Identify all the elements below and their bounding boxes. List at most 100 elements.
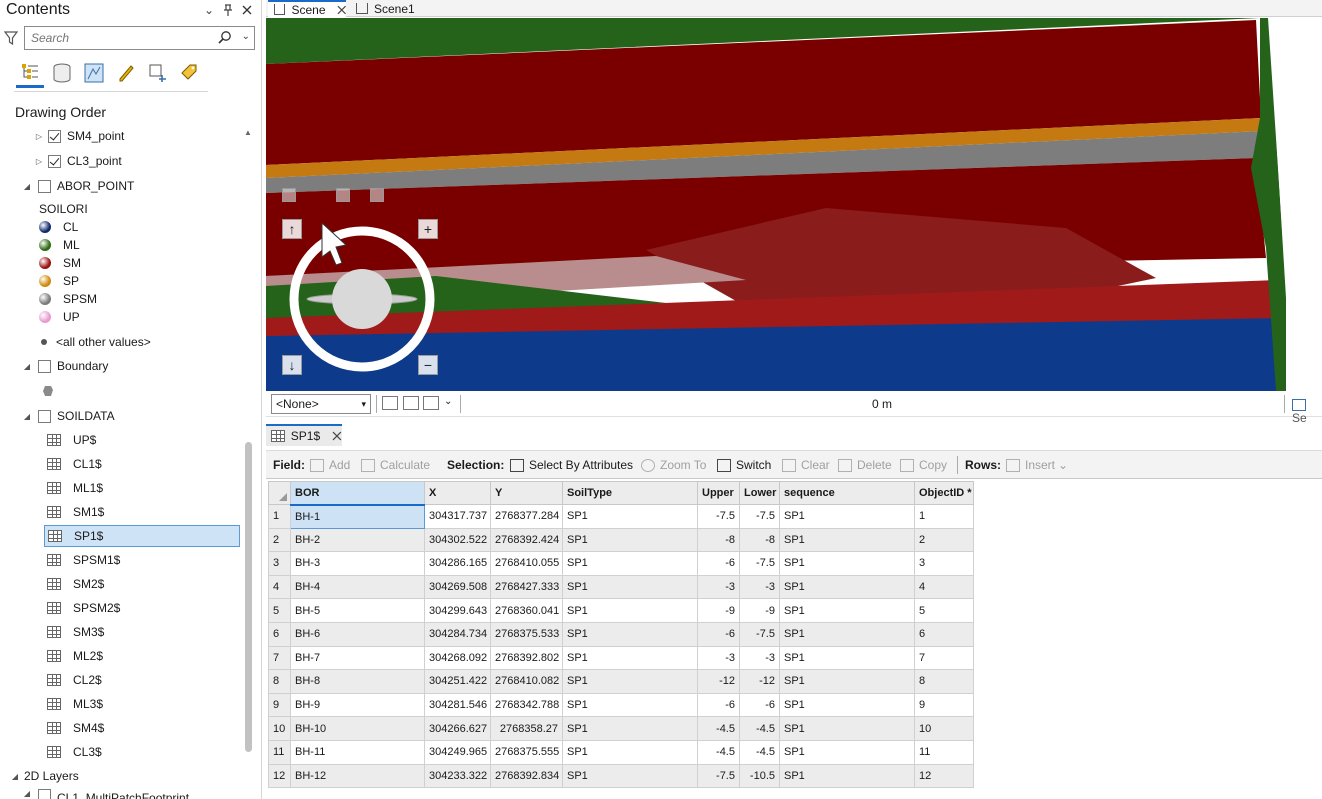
table-cell[interactable]: SP1 — [779, 504, 915, 529]
list-by-selection-icon[interactable] — [80, 58, 108, 88]
table-cell[interactable]: -9 — [739, 598, 780, 623]
boundary-symbol[interactable] — [42, 380, 54, 402]
table-cell[interactable]: 304281.546 — [424, 692, 491, 718]
table-cell[interactable]: SP1 — [779, 716, 915, 741]
filter-icon[interactable] — [4, 30, 18, 46]
table-cell[interactable]: BH-12 — [290, 763, 425, 789]
table-cell[interactable]: BH-8 — [290, 669, 425, 694]
selection-combo[interactable]: <None> ▾ — [271, 394, 371, 414]
chevron-down-icon[interactable]: ⌄ — [444, 396, 452, 407]
table-cell[interactable]: BH-10 — [290, 716, 425, 741]
table-cell[interactable]: 2768375.533 — [490, 621, 563, 647]
table-cell[interactable]: SP1 — [779, 645, 915, 671]
table-cell[interactable]: SP1 — [779, 621, 915, 647]
table-cell[interactable]: SP1 — [562, 716, 698, 741]
table-cell[interactable]: BH-1 — [290, 504, 425, 529]
layer-cl3-point[interactable]: ▷ CL3_point — [34, 150, 122, 172]
pane-menu-chevron-icon[interactable]: ⌄ — [201, 2, 217, 18]
search-field[interactable]: ⌄ — [24, 26, 255, 50]
layer-cut-off[interactable]: ◢ CL1_MultiPatchFootprint — [22, 789, 189, 799]
collapse-arrow-icon[interactable]: ◢ — [22, 182, 32, 191]
table-cell[interactable]: 304269.508 — [424, 574, 491, 600]
close-tab-icon[interactable] — [337, 5, 346, 15]
table-cell[interactable]: SP1 — [779, 669, 915, 694]
table-cell[interactable]: -6 — [697, 692, 740, 718]
table-row[interactable]: 4 BH-4 304269.508 2768427.333 SP1 -3 -3 SP1 4 — [268, 574, 974, 600]
table-item[interactable]: ML2$ — [44, 645, 240, 667]
table-cell[interactable]: 8 — [914, 669, 974, 694]
table-item[interactable]: CL2$ — [44, 669, 240, 691]
table-cell[interactable]: -8 — [739, 527, 780, 553]
table-cell[interactable]: -4.5 — [739, 716, 780, 741]
table-cell[interactable]: 304286.165 — [424, 551, 491, 576]
table-cell[interactable]: 12 — [914, 763, 974, 789]
table-cell[interactable]: 2768342.788 — [490, 692, 563, 718]
close-pane-icon[interactable] — [239, 2, 255, 18]
delete-selection-button[interactable]: Delete — [838, 457, 892, 473]
table-cell[interactable]: SP1 — [562, 739, 698, 765]
close-tab-icon[interactable] — [332, 431, 342, 441]
layer-visibility-checkbox[interactable] — [48, 154, 61, 168]
collapse-arrow-icon[interactable]: ◢ — [22, 362, 32, 371]
table-cell[interactable]: SP1 — [562, 551, 698, 576]
row-number[interactable]: 2 — [268, 527, 291, 553]
table-cell[interactable]: SP1 — [562, 669, 698, 694]
table-cell[interactable]: -10.5 — [739, 763, 780, 789]
layer-visibility-checkbox[interactable] — [38, 359, 51, 373]
layer-visibility-checkbox[interactable] — [38, 179, 51, 193]
table-cell[interactable]: 1 — [914, 504, 974, 529]
layer-boundary[interactable]: ◢ Boundary — [22, 355, 108, 377]
row-number[interactable]: 5 — [268, 598, 291, 623]
table-cell[interactable]: BH-3 — [290, 551, 425, 576]
table-cell[interactable]: -4.5 — [697, 739, 740, 765]
table-row[interactable]: 12 BH-12 304233.322 2768392.834 SP1 -7.5 -10.5… — [268, 763, 974, 789]
switch-selection-button[interactable]: Switch — [717, 457, 771, 473]
table-cell[interactable]: BH-2 — [290, 527, 425, 553]
column-header-soiltype[interactable]: SoilType — [562, 481, 698, 505]
table-cell[interactable]: -6 — [697, 621, 740, 647]
list-by-snapping-icon[interactable] — [144, 58, 172, 88]
legend-item-other[interactable]: <all other values> — [39, 331, 151, 353]
list-by-source-icon[interactable] — [48, 58, 76, 88]
add-field-button[interactable]: Add — [310, 457, 350, 473]
expand-arrow-icon[interactable]: ◢ — [22, 789, 32, 798]
table-cell[interactable]: 7 — [914, 645, 974, 671]
table-item[interactable]: SP1$ — [44, 525, 240, 547]
table-cell[interactable]: -3 — [697, 574, 740, 600]
table-cell[interactable]: BH-11 — [290, 739, 425, 765]
tab-scene[interactable]: Scene — [268, 0, 346, 17]
row-number[interactable]: 4 — [268, 574, 291, 600]
table-item[interactable]: SM1$ — [44, 501, 240, 523]
scroll-up-icon[interactable]: ▲ — [243, 128, 253, 140]
collapse-arrow-icon[interactable]: ◢ — [10, 772, 20, 781]
column-header-bor[interactable]: BOR — [290, 481, 425, 506]
table-cell[interactable]: BH-5 — [290, 598, 425, 623]
table-cell[interactable]: BH-9 — [290, 692, 425, 718]
selectable-layers-cut[interactable]: Se — [1292, 397, 1322, 425]
table-row[interactable]: 7 BH-7 304268.092 2768392.802 SP1 -3 -3 SP1 7 — [268, 645, 974, 671]
search-options-chevron-icon[interactable]: ⌄ — [242, 31, 250, 42]
layer-abor-point[interactable]: ◢ ABOR_POINT — [22, 175, 134, 197]
table-cell[interactable]: -12 — [739, 669, 780, 694]
clear-selection-button[interactable]: Clear — [782, 457, 830, 473]
table-cell[interactable]: 9 — [914, 692, 974, 718]
table-cell[interactable]: 2768427.333 — [490, 574, 563, 600]
table-cell[interactable]: -7.5 — [739, 621, 780, 647]
table-cell[interactable]: SP1 — [562, 645, 698, 671]
table-item[interactable]: ML1$ — [44, 477, 240, 499]
table-cell[interactable]: SP1 — [562, 574, 698, 600]
table-item[interactable]: CL1$ — [44, 453, 240, 475]
toggle-grid-icon[interactable] — [382, 396, 398, 410]
expand-arrow-icon[interactable]: ▷ — [34, 157, 44, 166]
zoom-to-button[interactable]: Zoom To — [641, 457, 706, 473]
table-item[interactable]: UP$ — [44, 429, 240, 451]
table-cell[interactable]: 2768392.834 — [490, 763, 563, 789]
layer-sm4-point[interactable]: ▷ SM4_point — [34, 125, 124, 147]
table-cell[interactable]: SP1 — [562, 621, 698, 647]
select-all-corner[interactable] — [268, 481, 291, 505]
row-number[interactable]: 1 — [268, 504, 291, 529]
table-cell[interactable]: BH-6 — [290, 621, 425, 647]
table-row[interactable]: 1 BH-1 304317.737 2768377.284 SP1 -7.5 -7.5 SP1… — [268, 504, 974, 529]
table-cell[interactable]: -3 — [739, 645, 780, 671]
pin-icon[interactable] — [220, 2, 236, 18]
